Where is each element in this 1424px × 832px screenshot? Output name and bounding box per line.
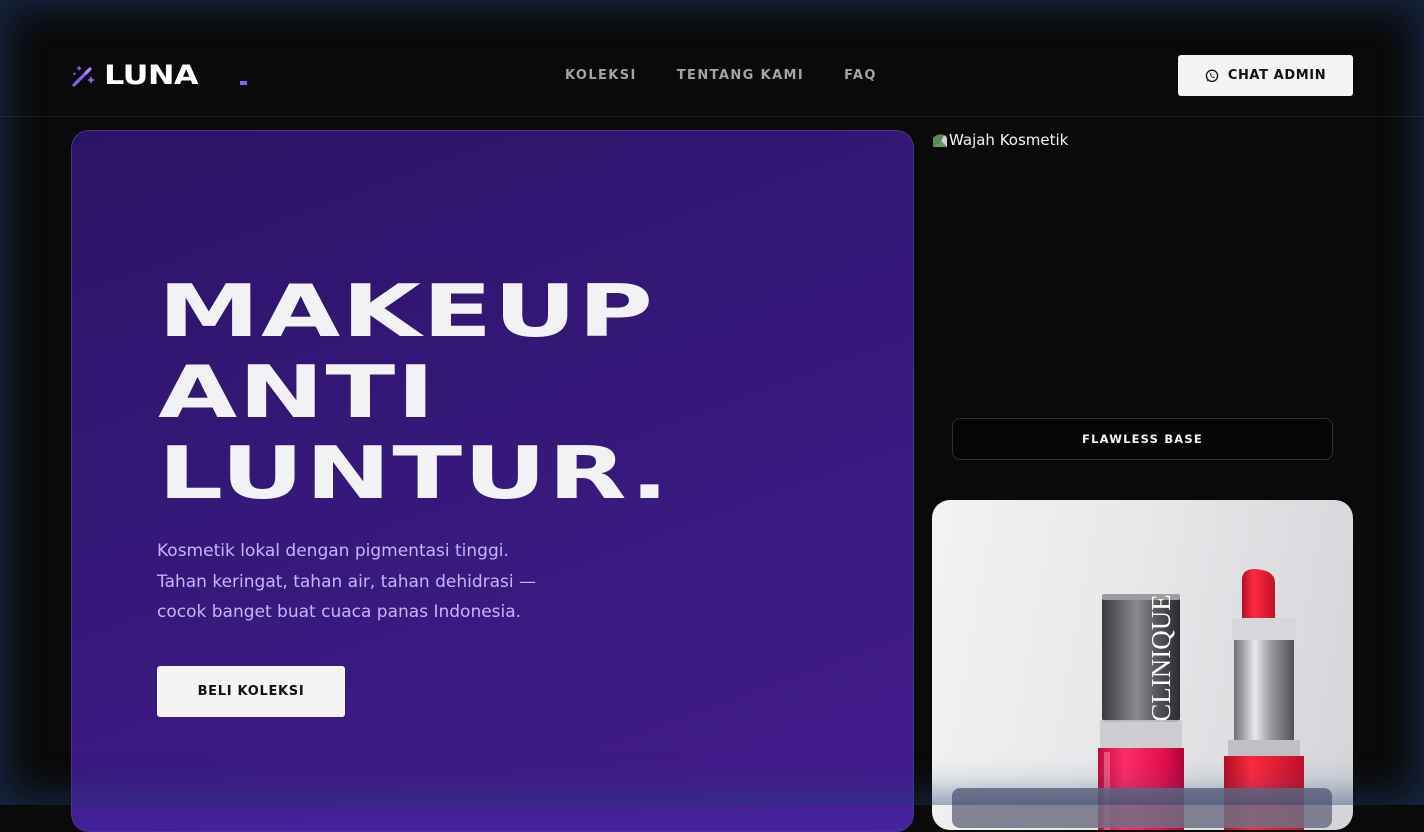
hero-description-line-3: cocok banget buat cuaca panas Indonesia. [157, 602, 522, 622]
logo[interactable]: LUNA [71, 60, 199, 92]
main-nav: KOLEKSI TENTANG KAMI FAQ [565, 66, 877, 86]
chat-admin-button[interactable]: CHAT ADMIN [1178, 55, 1353, 96]
face-image-alt: Wajah Kosmetik [949, 131, 1069, 149]
hero-title-line-2: ANTI [158, 350, 437, 434]
beli-koleksi-button[interactable]: BELI KOLEKSI [157, 666, 345, 717]
nav-item-koleksi[interactable]: KOLEKSI [565, 66, 637, 86]
broken-image-icon [933, 134, 947, 147]
flawless-base-label: FLAWLESS BASE [952, 418, 1333, 460]
hero-bottom-glow [72, 771, 913, 831]
hero-title-line-3: LUNTUR. [158, 431, 671, 515]
nav-item-tentang-kami[interactable]: TENTANG KAMI [677, 66, 804, 86]
broken-image: Wajah Kosmetik [932, 130, 1068, 150]
hero-card: MAKEUP ANTI LUNTUR. Kosmetik lokal denga… [71, 130, 914, 832]
hero-title-line-1: MAKEUP [158, 269, 655, 353]
product-brand-text: CLINIQUE [1146, 594, 1176, 721]
hero-description-line-1: Kosmetik lokal dengan pigmentasi tinggi. [157, 541, 509, 561]
top-header: LUNA KOLEKSI TENTANG KAMI FAQ CHAT ADMIN [0, 0, 1424, 117]
brand-dot [240, 81, 247, 85]
lipstick-and-nail-polish-image: CLINIQUE [1098, 569, 1304, 830]
product-card[interactable]: CLINIQUE [932, 500, 1353, 830]
hero-description-line-2: Tahan keringat, tahan air, tahan dehidra… [157, 571, 536, 592]
hero-title: MAKEUP ANTI LUNTUR. [158, 271, 670, 514]
chat-admin-label: CHAT ADMIN [1227, 68, 1327, 83]
hero-description: Kosmetik lokal dengan pigmentasi tinggi.… [157, 536, 597, 628]
whatsapp-icon [1205, 69, 1219, 82]
brand-name: LUNA [104, 60, 199, 91]
product-label-pill [952, 788, 1332, 828]
magic-wand-sparkle-icon [71, 63, 97, 89]
nav-item-faq[interactable]: FAQ [844, 66, 877, 86]
